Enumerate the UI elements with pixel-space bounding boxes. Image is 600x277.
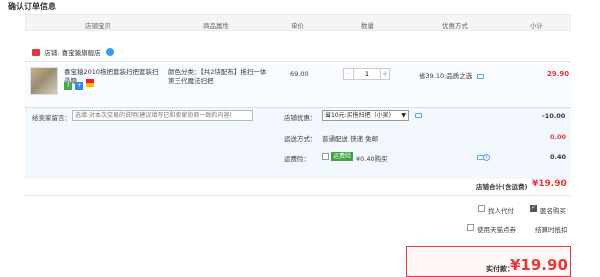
shipping-label: 运送方式： (284, 135, 317, 143)
quantity-increase-button[interactable]: + (380, 69, 389, 79)
column-header-price: 单价 (291, 22, 304, 30)
guarantee-icon: + (75, 82, 84, 90)
store-row: 店铺: 喜宝猿旗舰店 (32, 47, 114, 57)
coupon-selected-value: 省10元:买拖扫把（小吴） (325, 112, 395, 119)
chat-wangwang-icon[interactable] (105, 48, 114, 56)
shipping-value: 0.00 (550, 133, 567, 141)
coupon-select[interactable]: 省10元:买拖扫把（小吴） ▼ (322, 110, 409, 121)
coupon-value: -10.00 (542, 112, 566, 120)
store-name-link[interactable]: 喜宝猿旗舰店 (62, 49, 101, 57)
column-header-quantity: 数量 (361, 22, 374, 30)
insurance-badge: 运费险 (331, 152, 354, 161)
insurance-checkbox[interactable] (322, 153, 329, 160)
store-total-label: 店铺合计(含运费) (476, 183, 528, 191)
coupon-info-icon[interactable] (415, 113, 422, 118)
discount-text: 省39.10:品质之选 (419, 72, 473, 80)
store-label: 店铺: (44, 49, 60, 57)
friend-pay-label: 找人代付 (488, 207, 514, 215)
tmall-points-label: 使用天猫点券 (477, 226, 516, 234)
column-header-attr: 商品属性 (203, 22, 229, 30)
product-thumbnail[interactable] (30, 67, 58, 95)
memo-input[interactable] (72, 110, 253, 121)
store-icon (32, 48, 40, 56)
flag-icon (86, 79, 95, 87)
shipping-method: 普通配送 快递 免邮 (322, 135, 379, 143)
coupon-label: 店铺优惠： (284, 114, 317, 122)
item-subtotal: 29.90 (547, 70, 570, 78)
discount-detail-icon[interactable] (477, 73, 485, 79)
column-header-subtotal: 小计 (530, 22, 543, 30)
seven-day-return-icon: 7 (64, 82, 72, 90)
insurance-price: ¥0.40购买 (356, 155, 388, 163)
column-header-item: 店铺宝贝 (85, 22, 111, 30)
anonymous-label: 匿名购买 (540, 207, 566, 215)
total-value: ¥19.90 (510, 256, 568, 274)
tmall-points-checkbox[interactable] (467, 224, 474, 231)
memo-label: 给卖家留言： (32, 114, 71, 122)
insurance-value: 0.40 (550, 153, 567, 161)
settle-deduct-label: 结算时抵扣 (535, 226, 568, 234)
column-header-discount: 优惠方式 (442, 22, 468, 30)
product-attributes: 颜色分类：【共2块配布】拖扫一体第三代魔法扫把 (168, 68, 267, 85)
insurance-label: 运费险： (284, 155, 310, 163)
page-title: 确认订单信息 (8, 2, 56, 11)
divider (25, 195, 571, 196)
anonymous-checkbox[interactable] (530, 204, 537, 212)
chevron-down-icon: ▼ (401, 112, 406, 119)
quantity-decrease-button[interactable]: - (344, 69, 353, 79)
quantity-input[interactable] (353, 69, 380, 79)
store-total-value: ¥19.90 (532, 179, 567, 189)
help-icon[interactable]: ? (483, 154, 490, 161)
product-service-tags: 7 + (64, 79, 95, 90)
unit-price: 69.00 (290, 70, 309, 78)
discount-info: 省39.10:品质之选 (419, 70, 485, 80)
friend-pay-checkbox[interactable] (478, 205, 485, 212)
